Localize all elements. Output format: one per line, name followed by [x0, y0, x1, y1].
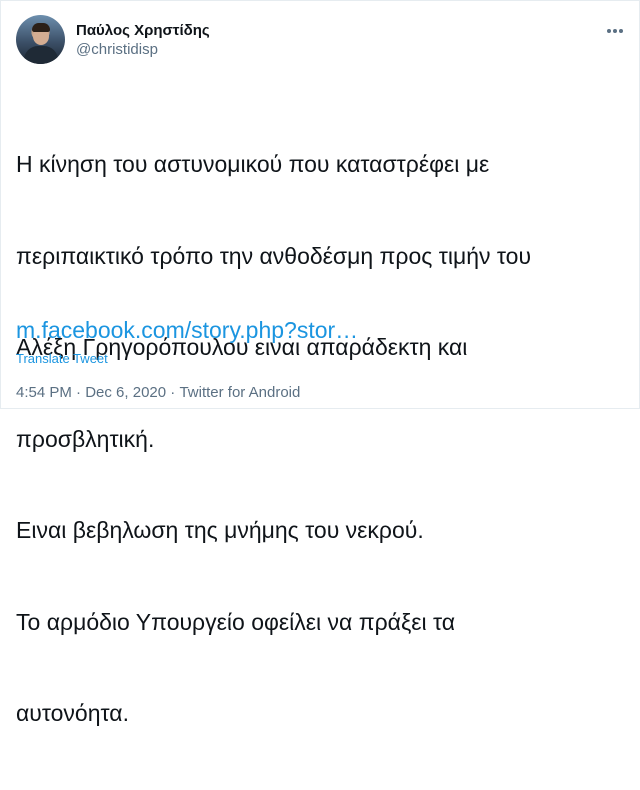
tweet-text-line: Η κίνηση του αστυνομικού που καταστρέφει…: [16, 151, 490, 177]
tweet-text-line: αυτονόητα.: [16, 700, 129, 726]
meta-separator: ·: [166, 384, 180, 401]
tweet-text-line: προσβλητική.: [16, 425, 155, 452]
author-display-name[interactable]: Παύλος Χρηστίδης: [76, 21, 210, 40]
tweet-time[interactable]: 4:54 PM: [16, 383, 72, 402]
tweet-date[interactable]: Dec 6, 2020: [85, 383, 166, 402]
avatar[interactable]: [16, 15, 65, 64]
avatar-body: [24, 46, 58, 64]
avatar-hair: [32, 23, 50, 32]
tweet-text: Η κίνηση του αστυνομικού που καταστρέφει…: [16, 88, 616, 790]
author-names: Παύλος Χρηστίδης @christidisp: [76, 21, 210, 59]
tweet-header: Παύλος Χρηστίδης @christidisp: [16, 15, 210, 64]
tweet-link[interactable]: m.facebook.com/story.php?stor…: [16, 315, 358, 345]
meta-separator: ·: [71, 384, 86, 401]
more-options-icon[interactable]: [605, 21, 625, 41]
more-dots-glyph: [607, 29, 623, 33]
tweet-meta: 4:54 PM · Dec 6, 2020 · Twitter for Andr…: [16, 383, 300, 402]
translate-tweet-link[interactable]: Translate Tweet: [16, 351, 108, 367]
tweet-text-line: περιπαικτικό τρόπο την ανθοδέσμη προς τι…: [16, 242, 532, 269]
tweet-text-line: Ειναι βεβηλωση της μνήμης του νεκρού.: [16, 517, 424, 543]
tweet-card: Παύλος Χρηστίδης @christidisp Η κίνηση τ…: [0, 0, 640, 726]
author-handle[interactable]: @christidisp: [76, 40, 210, 59]
tweet-text-line: Το αρμόδιο Υπουργείο οφείλει να πράξει τ…: [16, 608, 456, 635]
tweet-source[interactable]: Twitter for Android: [179, 383, 300, 402]
